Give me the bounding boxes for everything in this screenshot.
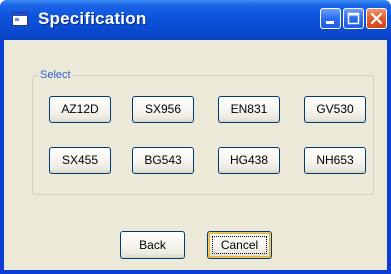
maximize-icon	[347, 12, 360, 25]
button-label: HG438	[229, 153, 269, 167]
back-button-label: Back	[139, 238, 166, 252]
code-button-az12d[interactable]: AZ12D	[49, 96, 111, 123]
button-label: AZ12D	[61, 102, 99, 116]
specification-window: Specification Select AZ12D SX956 EN831 G…	[0, 0, 391, 274]
back-button[interactable]: Back	[120, 231, 185, 259]
button-label: GV530	[316, 102, 354, 116]
close-button[interactable]	[366, 8, 387, 29]
code-button-en831[interactable]: EN831	[218, 96, 280, 123]
minimize-icon	[326, 21, 334, 24]
cancel-button[interactable]: Cancel	[207, 231, 272, 259]
code-button-nh653[interactable]: NH653	[304, 147, 366, 174]
code-button-hg438[interactable]: HG438	[218, 147, 280, 174]
dialog-client-area: Select AZ12D SX956 EN831 GV530 SX455 BG5…	[4, 40, 387, 270]
button-label: SX956	[144, 102, 182, 116]
cancel-button-label: Cancel	[220, 238, 259, 252]
button-label: NH653	[316, 153, 354, 167]
button-label: EN831	[230, 102, 268, 116]
code-button-sx455[interactable]: SX455	[49, 147, 111, 174]
close-icon	[370, 12, 383, 25]
minimize-button[interactable]	[320, 8, 341, 29]
window-app-icon[interactable]	[12, 12, 28, 26]
button-label: SX455	[61, 153, 99, 167]
code-button-bg543[interactable]: BG543	[132, 147, 194, 174]
window-title: Specification	[38, 9, 147, 28]
code-button-sx956[interactable]: SX956	[132, 96, 194, 123]
group-label: Select	[38, 68, 73, 82]
button-label: BG543	[144, 153, 182, 167]
title-bar[interactable]: Specification	[0, 0, 391, 40]
select-groupbox: Select AZ12D SX956 EN831 GV530 SX455 BG5…	[32, 68, 374, 195]
maximize-button[interactable]	[343, 8, 364, 29]
code-button-gv530[interactable]: GV530	[304, 96, 366, 123]
